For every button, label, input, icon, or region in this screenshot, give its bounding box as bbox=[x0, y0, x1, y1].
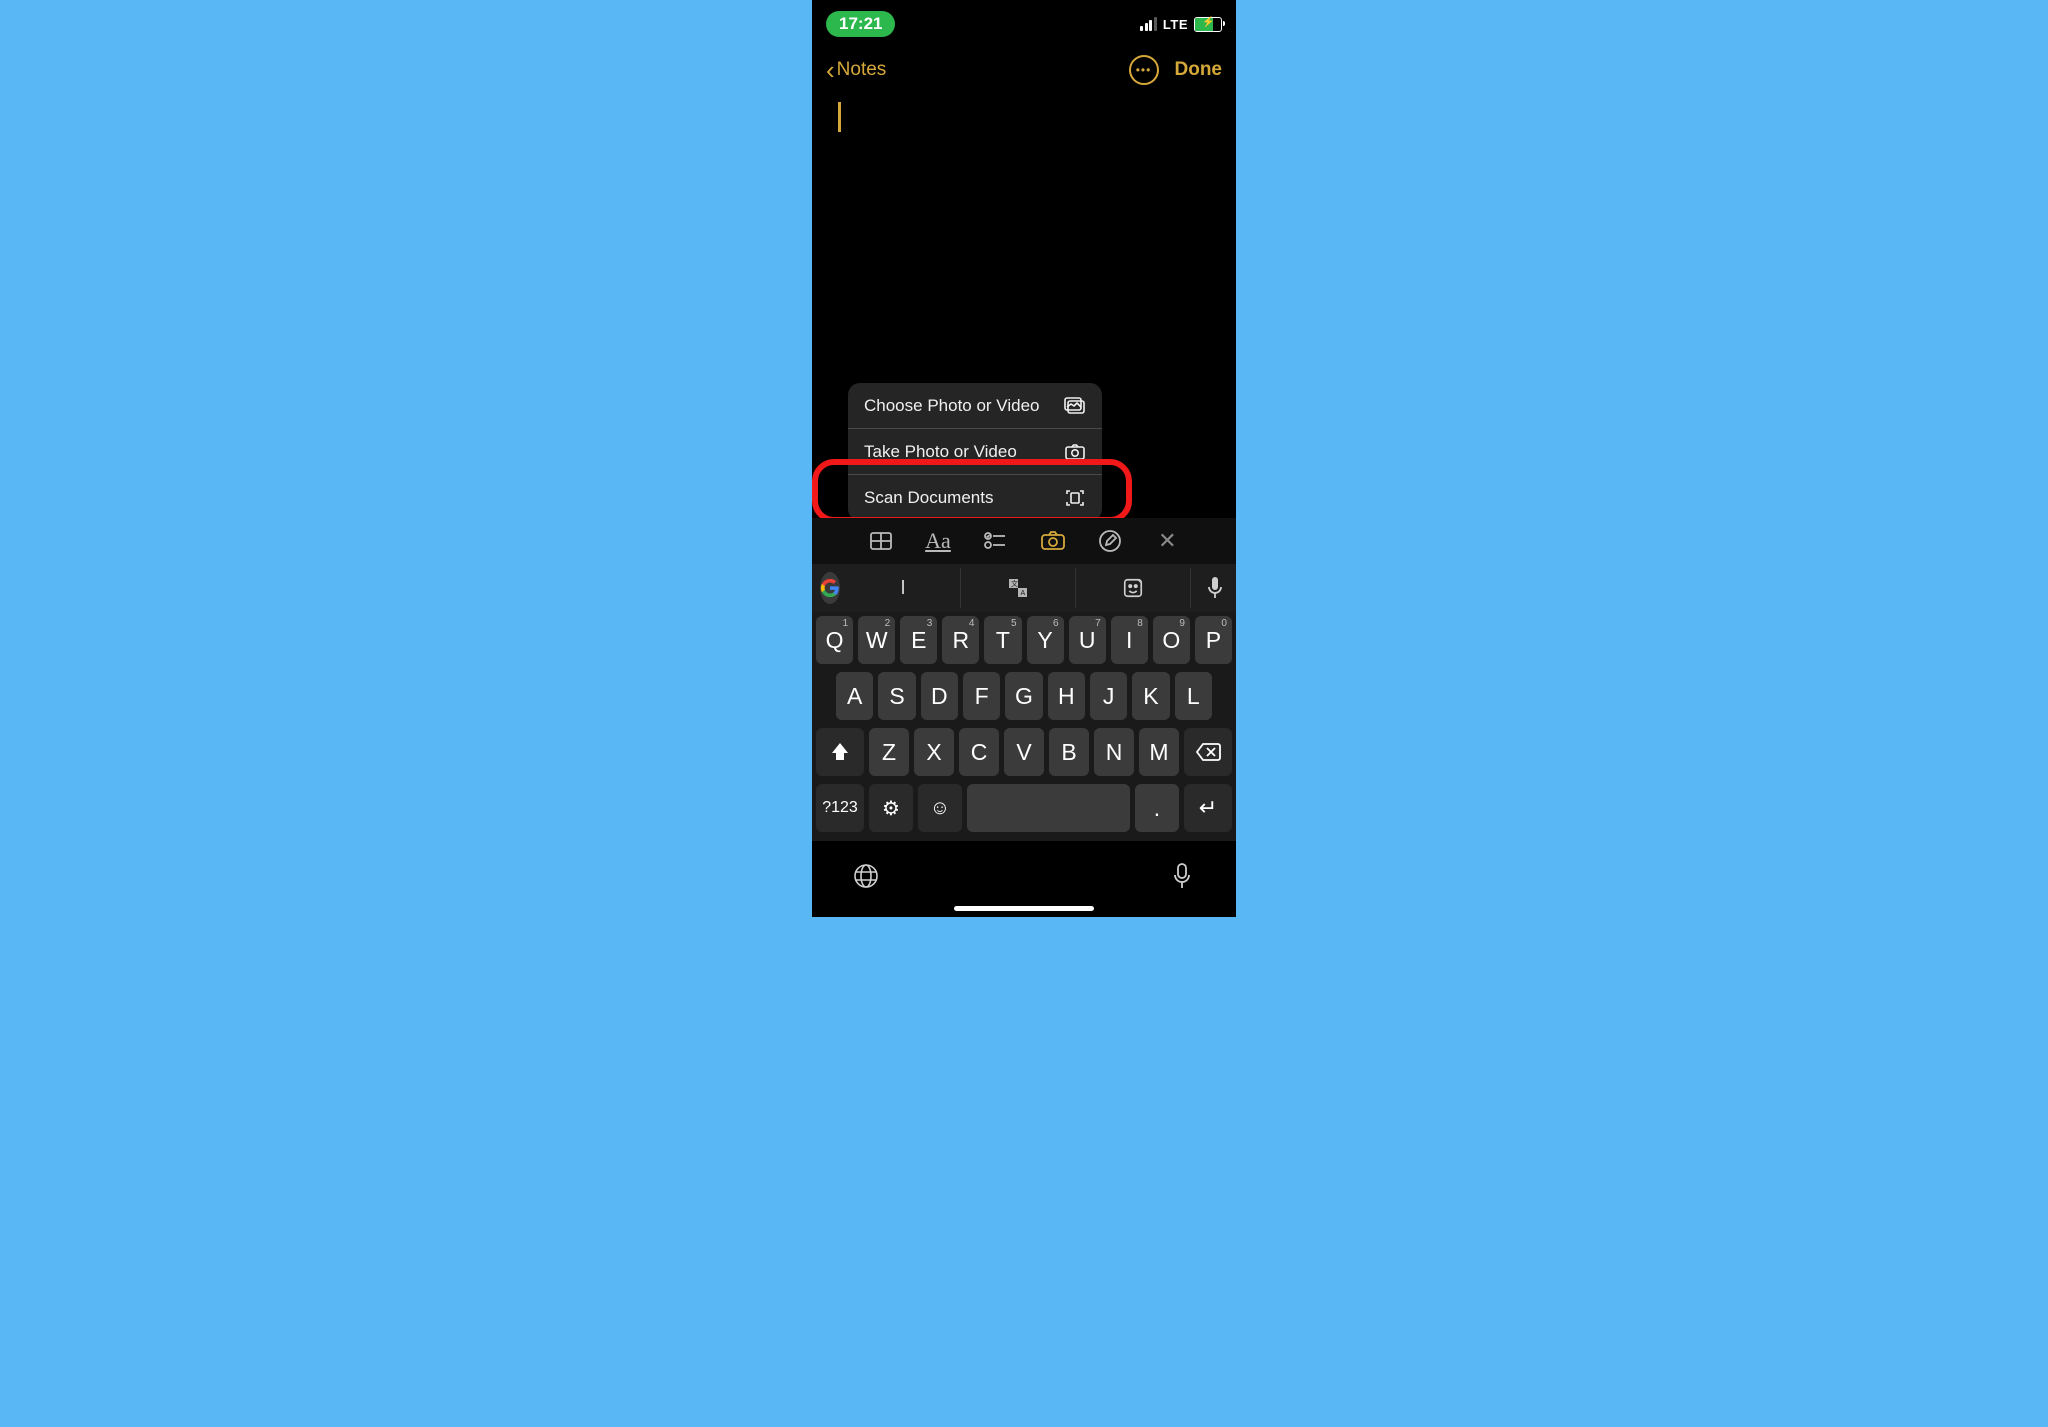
key-s[interactable]: S bbox=[878, 672, 915, 720]
menu-item-label: Take Photo or Video bbox=[864, 442, 1017, 462]
svg-text:文: 文 bbox=[1011, 579, 1018, 588]
keyboard-dictation-button[interactable] bbox=[1162, 856, 1202, 896]
keyboard-bottom-bar bbox=[812, 841, 1236, 917]
menu-item-label: Choose Photo or Video bbox=[864, 396, 1039, 416]
key-b[interactable]: B bbox=[1049, 728, 1089, 776]
key-emoji[interactable]: ☺ bbox=[918, 784, 962, 832]
network-label: LTE bbox=[1163, 17, 1188, 32]
key-u[interactable]: U7 bbox=[1069, 616, 1106, 664]
back-label: Notes bbox=[837, 59, 887, 81]
done-button[interactable]: Done bbox=[1175, 59, 1223, 81]
svg-text:A: A bbox=[1021, 590, 1026, 597]
nav-bar: ‹ Notes ••• Done bbox=[812, 48, 1236, 92]
keyboard-suggestion-bar: I 文 A bbox=[812, 564, 1236, 612]
key-j[interactable]: J bbox=[1090, 672, 1127, 720]
markup-pen-icon[interactable] bbox=[1095, 526, 1125, 556]
key-m[interactable]: M bbox=[1139, 728, 1179, 776]
notes-format-toolbar: Aa ✕ bbox=[812, 518, 1236, 564]
key-numbers[interactable]: ?123 bbox=[816, 784, 864, 832]
battery-icon: ⚡ bbox=[1194, 17, 1222, 32]
scan-document-icon bbox=[1064, 487, 1086, 509]
key-v[interactable]: V bbox=[1004, 728, 1044, 776]
key-shift[interactable] bbox=[816, 728, 864, 776]
gear-icon: ⚙ bbox=[882, 796, 900, 821]
text-format-icon[interactable]: Aa bbox=[923, 526, 953, 556]
status-bar: 17:21 LTE ⚡ bbox=[812, 0, 1236, 48]
emoji-icon: ☺ bbox=[930, 797, 950, 820]
key-o[interactable]: O9 bbox=[1153, 616, 1190, 664]
sticker-icon bbox=[1122, 577, 1144, 599]
google-search-icon[interactable] bbox=[820, 572, 840, 604]
status-indicators: LTE ⚡ bbox=[1140, 17, 1222, 32]
key-p[interactable]: P0 bbox=[1195, 616, 1232, 664]
key-space[interactable] bbox=[967, 784, 1130, 832]
more-options-button[interactable]: ••• bbox=[1129, 55, 1159, 85]
key-k[interactable]: K bbox=[1132, 672, 1169, 720]
camera-attachment-icon[interactable] bbox=[1038, 526, 1068, 556]
key-w[interactable]: W2 bbox=[858, 616, 895, 664]
key-y[interactable]: Y6 bbox=[1027, 616, 1064, 664]
attachment-menu: Choose Photo or Video Take Photo or Vide… bbox=[848, 383, 1102, 521]
back-button[interactable]: ‹ Notes bbox=[826, 57, 886, 83]
chevron-left-icon: ‹ bbox=[826, 57, 835, 83]
suggestion-word-0[interactable]: I bbox=[846, 568, 961, 608]
suggestion-sticker[interactable] bbox=[1076, 568, 1191, 608]
key-r[interactable]: R4 bbox=[942, 616, 979, 664]
keyboard-globe-button[interactable] bbox=[846, 856, 886, 896]
table-icon[interactable] bbox=[866, 526, 896, 556]
text-cursor bbox=[838, 102, 841, 132]
menu-item-scan-documents[interactable]: Scan Documents bbox=[848, 475, 1102, 521]
key-c[interactable]: C bbox=[959, 728, 999, 776]
status-time-pill[interactable]: 17:21 bbox=[826, 11, 895, 37]
menu-item-choose-photo-video[interactable]: Choose Photo or Video bbox=[848, 383, 1102, 429]
globe-icon bbox=[852, 862, 880, 890]
key-d[interactable]: D bbox=[921, 672, 958, 720]
photo-library-icon bbox=[1064, 395, 1086, 417]
key-i[interactable]: I8 bbox=[1111, 616, 1148, 664]
key-period[interactable]: . bbox=[1135, 784, 1179, 832]
key-z[interactable]: Z bbox=[869, 728, 909, 776]
signal-bars-icon bbox=[1140, 17, 1157, 31]
menu-item-label: Scan Documents bbox=[864, 488, 993, 508]
key-return[interactable]: ↵ bbox=[1184, 784, 1232, 832]
camera-icon bbox=[1064, 441, 1086, 463]
key-f[interactable]: F bbox=[963, 672, 1000, 720]
key-h[interactable]: H bbox=[1048, 672, 1085, 720]
key-q[interactable]: Q1 bbox=[816, 616, 853, 664]
key-settings[interactable]: ⚙ bbox=[869, 784, 913, 832]
home-indicator[interactable] bbox=[954, 906, 1094, 911]
key-n[interactable]: N bbox=[1094, 728, 1134, 776]
key-t[interactable]: T5 bbox=[984, 616, 1021, 664]
translate-icon: 文 A bbox=[1006, 576, 1030, 600]
phone-frame: 17:21 LTE ⚡ ‹ Notes ••• Done Cho bbox=[812, 0, 1236, 917]
key-x[interactable]: X bbox=[914, 728, 954, 776]
checklist-icon[interactable] bbox=[980, 526, 1010, 556]
note-editor[interactable] bbox=[812, 92, 1236, 147]
microphone-icon bbox=[1206, 576, 1224, 600]
onscreen-keyboard: Q1 W2 E3 R4 T5 Y6 U7 I8 O9 P0 A S D F G … bbox=[812, 612, 1236, 917]
shift-icon bbox=[830, 741, 850, 763]
menu-item-take-photo-video[interactable]: Take Photo or Video bbox=[848, 429, 1102, 475]
suggestion-translate[interactable]: 文 A bbox=[961, 568, 1076, 608]
key-l[interactable]: L bbox=[1175, 672, 1212, 720]
key-e[interactable]: E3 bbox=[900, 616, 937, 664]
backspace-icon bbox=[1195, 742, 1221, 762]
return-icon: ↵ bbox=[1199, 795, 1217, 821]
close-toolbar-icon[interactable]: ✕ bbox=[1152, 526, 1182, 556]
ellipsis-icon: ••• bbox=[1136, 63, 1152, 77]
key-backspace[interactable] bbox=[1184, 728, 1232, 776]
key-a[interactable]: A bbox=[836, 672, 873, 720]
microphone-icon bbox=[1172, 862, 1192, 890]
suggestion-voice[interactable] bbox=[1191, 568, 1236, 608]
key-g[interactable]: G bbox=[1005, 672, 1042, 720]
